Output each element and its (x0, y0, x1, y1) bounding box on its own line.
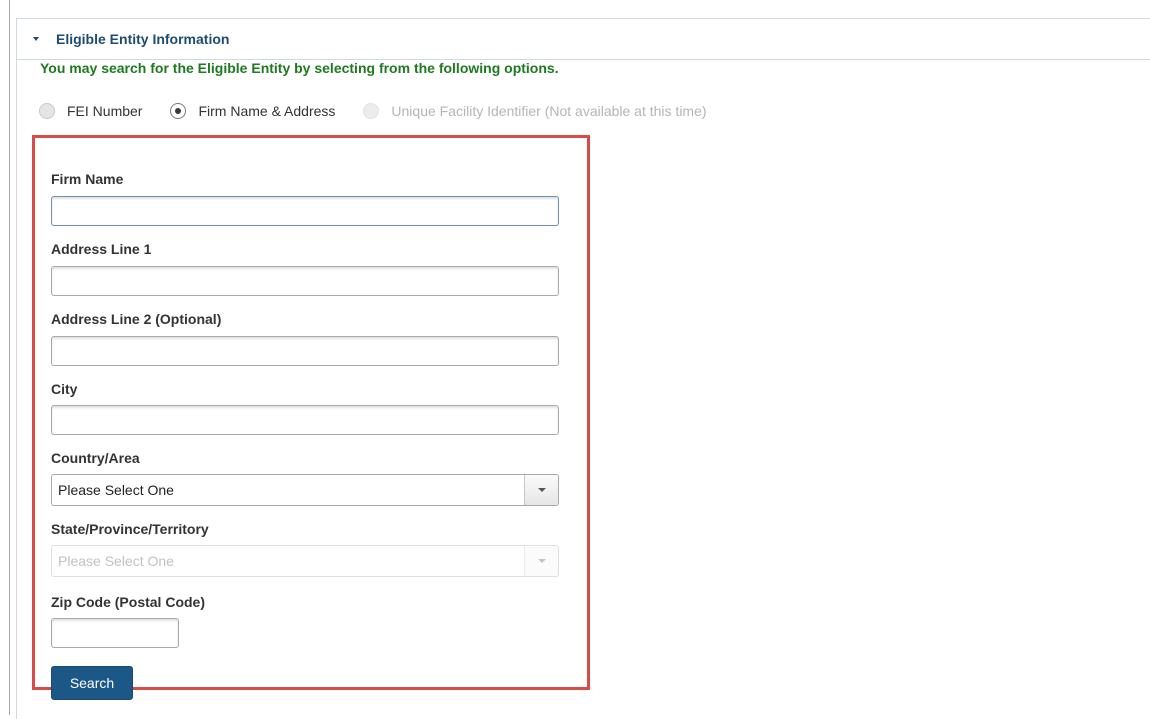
radio-label: Unique Facility Identifier (Not availabl… (391, 103, 707, 119)
search-button[interactable]: Search (51, 666, 133, 700)
chevron-down-icon (524, 546, 558, 576)
outer-frame-line (9, 0, 10, 715)
city-label: City (51, 381, 78, 397)
radio-label: FEI Number (67, 103, 143, 119)
state-label: State/Province/Territory (51, 521, 209, 537)
radio-fei-number[interactable]: FEI Number (39, 103, 142, 119)
panel-header[interactable]: Eligible Entity Information (17, 19, 1150, 60)
collapse-caret-icon[interactable] (33, 37, 39, 41)
chevron-down-icon[interactable] (524, 475, 558, 505)
radio-button-checked-icon[interactable] (170, 103, 187, 119)
radio-label: Firm Name & Address (198, 103, 336, 119)
panel-title: Eligible Entity Information (56, 31, 230, 47)
search-option-group: FEI Number Firm Name & Address Unique Fa… (39, 103, 735, 119)
address-line-2-input[interactable] (51, 336, 559, 366)
zip-code-label: Zip Code (Postal Code) (51, 594, 205, 610)
address-line-1-input[interactable] (51, 266, 559, 296)
address-line-2-label: Address Line 2 (Optional) (51, 311, 222, 327)
state-selected-value: Please Select One (58, 553, 174, 569)
firm-name-input[interactable] (51, 196, 559, 226)
country-select[interactable]: Please Select One (51, 474, 559, 506)
radio-unique-facility-identifier: Unique Facility Identifier (Not availabl… (363, 103, 707, 119)
firm-name-label: Firm Name (51, 171, 124, 187)
address-line-1-label: Address Line 1 (51, 241, 152, 257)
country-label: Country/Area (51, 450, 140, 466)
radio-button-icon[interactable] (39, 103, 55, 119)
search-instructions: You may search for the Eligible Entity b… (40, 60, 559, 76)
state-select: Please Select One (51, 545, 559, 577)
zip-code-input[interactable] (51, 618, 179, 648)
radio-button-disabled-icon (363, 103, 380, 119)
radio-firm-name-address[interactable]: Firm Name & Address (170, 103, 335, 119)
city-input[interactable] (51, 405, 559, 435)
country-selected-value: Please Select One (58, 482, 174, 498)
